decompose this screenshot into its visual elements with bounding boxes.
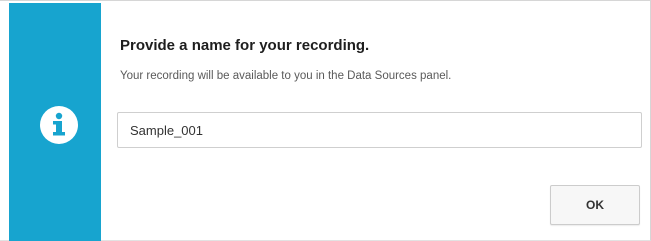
dialog-message: Your recording will be available to you … bbox=[120, 70, 452, 82]
recording-name-input[interactable] bbox=[117, 112, 642, 148]
info-icon bbox=[40, 106, 78, 144]
ok-button[interactable]: OK bbox=[550, 185, 640, 225]
name-recording-dialog: Provide a name for your recording. Your … bbox=[0, 0, 651, 241]
dialog-title: Provide a name for your recording. bbox=[120, 37, 370, 54]
info-side-band bbox=[9, 3, 101, 241]
